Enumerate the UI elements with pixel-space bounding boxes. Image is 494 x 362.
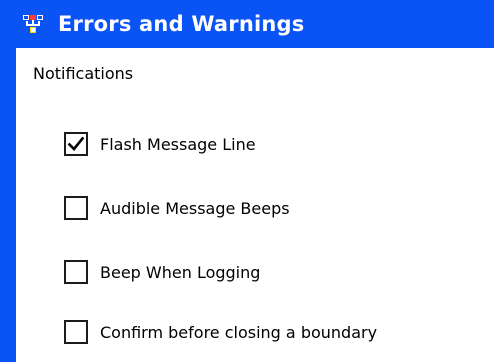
audible-message-beeps-label: Audible Message Beeps bbox=[100, 198, 290, 218]
audible-message-beeps-option[interactable]: Audible Message Beeps bbox=[64, 196, 290, 220]
notifications-section-label: Notifications bbox=[33, 64, 134, 83]
flash-message-line-checkbox[interactable] bbox=[64, 132, 88, 156]
beep-when-logging-label: Beep When Logging bbox=[100, 262, 261, 282]
panel-title: Errors and Warnings bbox=[58, 12, 305, 36]
checkmark-icon bbox=[67, 136, 85, 151]
beep-when-logging-checkbox[interactable] bbox=[64, 260, 88, 284]
beep-when-logging-option[interactable]: Beep When Logging bbox=[64, 260, 260, 284]
title-bar: Errors and Warnings bbox=[0, 0, 494, 48]
flash-message-line-option[interactable]: Flash Message Line bbox=[64, 132, 256, 156]
left-accent-stripe bbox=[0, 0, 16, 362]
audible-message-beeps-checkbox[interactable] bbox=[64, 196, 88, 220]
confirm-before-closing-boundary-checkbox[interactable] bbox=[64, 320, 88, 344]
network-settings-icon bbox=[23, 15, 43, 33]
confirm-before-closing-boundary-label: Confirm before closing a boundary bbox=[100, 322, 378, 342]
confirm-before-closing-boundary-option[interactable]: Confirm before closing a boundary bbox=[64, 320, 377, 344]
flash-message-line-label: Flash Message Line bbox=[100, 134, 256, 154]
